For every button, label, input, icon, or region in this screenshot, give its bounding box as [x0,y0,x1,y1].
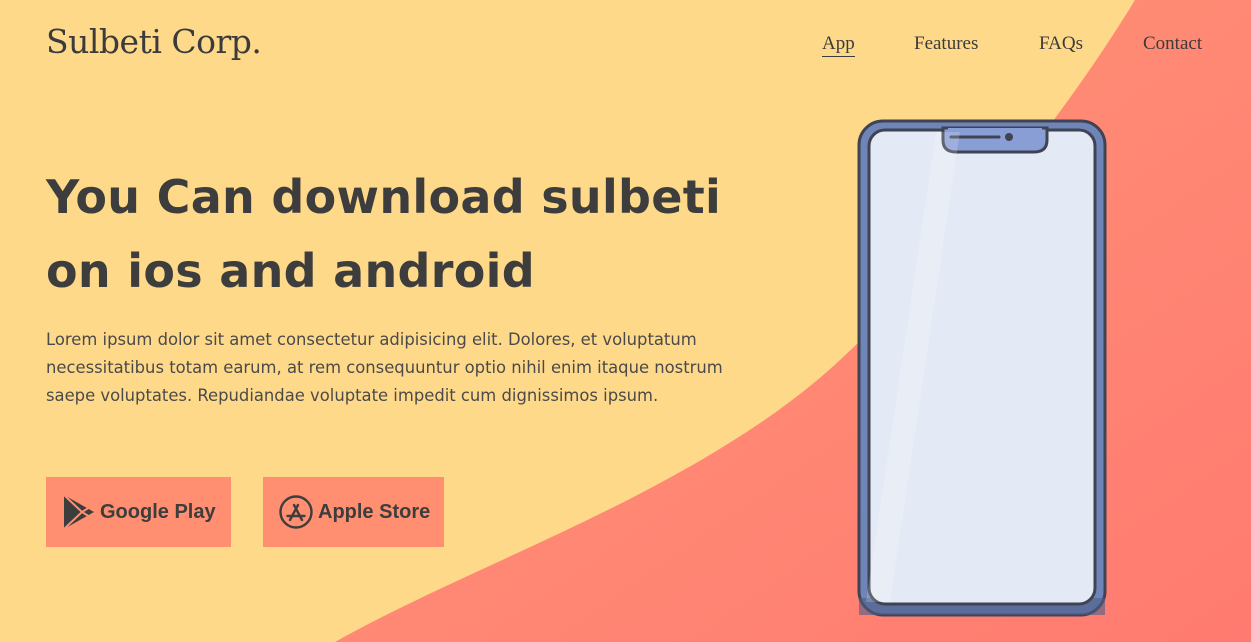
app-store-icon [278,494,314,530]
google-play-label: Google Play [100,500,216,523]
nav-item-faqs[interactable]: FAQs [1039,33,1083,55]
apple-store-button[interactable]: Apple Store [263,477,444,547]
hero-headline-line1: You Can download sulbeti [46,170,722,224]
hero-description: Lorem ipsum dolor sit amet consectetur a… [46,330,723,405]
apple-store-label: Apple Store [318,500,431,523]
nav-item-features[interactable]: Features [914,33,978,55]
google-play-icon [62,494,96,530]
nav-item-app[interactable]: App [822,33,855,57]
hero-headline: You Can download sulbeti on ios and andr… [46,160,806,308]
nav-item-contact[interactable]: Contact [1143,33,1202,55]
google-play-button[interactable]: Google Play [46,477,231,547]
hero-headline-line2: on ios and android [46,244,535,298]
main-nav: App Features FAQs Contact [0,33,1251,63]
phone-mockup [857,119,1107,617]
